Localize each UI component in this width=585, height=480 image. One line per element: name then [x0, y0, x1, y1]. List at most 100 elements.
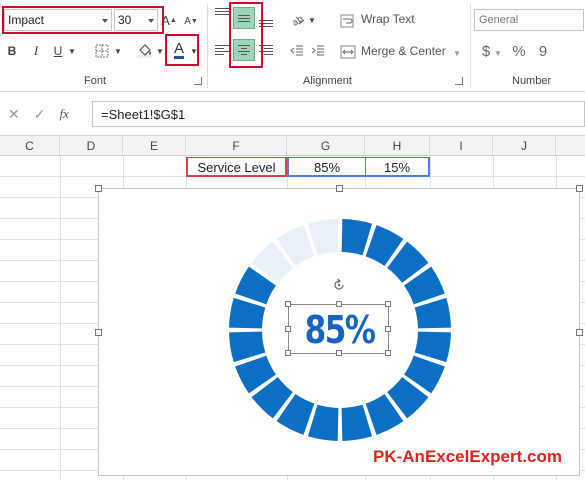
number-format-value: General — [479, 14, 519, 26]
column-header-j[interactable]: J — [493, 136, 556, 156]
enter-check-icon[interactable]: ✓ — [34, 106, 46, 123]
middle-align-button[interactable] — [233, 7, 255, 29]
top-align-button[interactable] — [211, 5, 233, 27]
center-align-button[interactable] — [233, 39, 255, 61]
currency-button[interactable]: $ — [479, 41, 493, 61]
rotate-handle-icon[interactable] — [332, 278, 346, 292]
borders-icon — [95, 44, 109, 58]
empty-segment[interactable] — [307, 219, 339, 256]
font-name-select[interactable]: Impact — [4, 9, 112, 31]
group-separator — [470, 4, 471, 88]
chevron-down-icon: ▼ — [156, 46, 164, 56]
filled-segment[interactable] — [414, 331, 451, 363]
fill-color-dropdown[interactable]: ▼ — [156, 41, 164, 61]
label-handle[interactable] — [385, 326, 391, 332]
alignment-group-label: Alignment — [303, 75, 352, 87]
filled-segment[interactable] — [229, 297, 266, 329]
number-format-select[interactable]: General — [474, 9, 584, 31]
column-header-d[interactable]: D — [60, 136, 123, 156]
data-label-box[interactable]: 85% — [285, 301, 391, 356]
resize-handle[interactable] — [95, 185, 102, 192]
insert-function-icon[interactable]: fx — [59, 106, 68, 122]
chevron-down-icon: ▼ — [453, 48, 461, 58]
increase-indent-icon — [311, 45, 324, 56]
filled-segment[interactable] — [414, 297, 451, 329]
column-header-h[interactable]: H — [365, 136, 430, 156]
column-header-c[interactable]: C — [0, 136, 60, 156]
underline-icon: U — [53, 44, 63, 58]
column-header-g[interactable]: G — [287, 136, 365, 156]
decrease-indent-icon — [290, 45, 303, 56]
currency-icon: $ — [481, 42, 491, 60]
orientation-button[interactable]: ab — [288, 9, 308, 29]
merge-center-dropdown[interactable]: ▼ — [453, 43, 461, 63]
data-label[interactable]: 85% — [298, 305, 381, 355]
merge-center-icon — [340, 45, 356, 59]
bottom-align-button[interactable] — [255, 11, 277, 33]
label-handle[interactable] — [285, 301, 291, 307]
column-header-e[interactable]: E — [123, 136, 186, 156]
chevron-down-icon — [148, 19, 154, 23]
resize-handle[interactable] — [95, 329, 102, 336]
label-handle[interactable] — [385, 301, 391, 307]
underline-dropdown[interactable]: ▼ — [67, 41, 77, 61]
resize-handle[interactable] — [576, 329, 583, 336]
align-left-button[interactable] — [211, 39, 233, 61]
text-orientation-icon: ab — [291, 14, 306, 27]
font-dialog-launcher-icon[interactable] — [194, 77, 202, 85]
merge-center-icon-wrap[interactable] — [340, 42, 356, 62]
label-handle[interactable] — [385, 350, 391, 356]
comma-style-icon: 9 — [538, 42, 548, 60]
chevron-down-icon: ▼ — [68, 46, 76, 56]
cell-h1[interactable]: 15% — [365, 157, 430, 177]
column-headers: C D E F G H I J — [0, 135, 585, 156]
wrap-text-icon-wrap[interactable] — [340, 11, 354, 31]
percent-button[interactable]: % — [511, 41, 527, 61]
italic-button[interactable]: I — [28, 41, 44, 61]
alignment-dialog-launcher-icon[interactable] — [455, 77, 463, 85]
cancel-icon[interactable]: ✕ — [8, 106, 20, 123]
italic-icon: I — [33, 43, 39, 58]
formula-bar-buttons: ✕ ✓ fx — [0, 101, 90, 127]
cell-f1[interactable]: Service Level — [186, 157, 287, 177]
increase-font-size-button[interactable]: A ▲ — [161, 10, 177, 30]
underline-button[interactable]: U — [50, 41, 66, 61]
column-header-f[interactable]: F — [186, 136, 287, 156]
column-header-i[interactable]: I — [430, 136, 493, 156]
currency-dropdown[interactable]: ▼ — [494, 43, 502, 63]
fill-color-button[interactable] — [135, 40, 155, 60]
chevron-down-icon: ▼ — [114, 46, 122, 56]
bold-button[interactable]: B — [4, 41, 20, 61]
filled-segment[interactable] — [229, 331, 266, 363]
wrap-text-button[interactable]: Wrap Text — [361, 12, 415, 26]
label-handle[interactable] — [285, 350, 291, 356]
doughnut-chart[interactable]: 85% PK-AnExcelExpert.com — [95, 185, 583, 476]
align-right-button[interactable] — [255, 39, 277, 61]
font-color-button[interactable]: A — [169, 40, 189, 60]
filled-segment[interactable] — [341, 219, 373, 256]
font-color-dropdown[interactable]: ▼ — [190, 41, 198, 61]
decrease-font-size-button[interactable]: A ▼ — [184, 11, 198, 31]
percent-icon: % — [512, 42, 526, 60]
font-size-value: 30 — [118, 13, 132, 27]
group-separator — [207, 4, 208, 88]
font-size-select[interactable]: 30 — [114, 9, 158, 31]
formula-input[interactable]: =Sheet1!$G$1 — [92, 101, 585, 127]
increase-indent-button[interactable] — [309, 41, 327, 61]
chevron-down-icon — [102, 19, 108, 23]
label-handle[interactable] — [336, 301, 342, 307]
resize-handle[interactable] — [576, 185, 583, 192]
filled-segment[interactable] — [341, 404, 373, 441]
grow-font-icon: A — [161, 12, 170, 28]
borders-dropdown[interactable]: ▼ — [113, 41, 123, 61]
comma-style-button[interactable]: 9 — [536, 41, 550, 61]
merge-center-button[interactable]: Merge & Center — [361, 44, 446, 58]
grid-line — [60, 156, 61, 480]
decrease-indent-button[interactable] — [288, 41, 306, 61]
borders-button[interactable] — [92, 41, 112, 61]
filled-segment[interactable] — [307, 404, 339, 441]
label-handle[interactable] — [285, 326, 291, 332]
orientation-dropdown[interactable]: ▼ — [308, 10, 316, 30]
cell-g1[interactable]: 85% — [287, 157, 365, 177]
label-handle[interactable] — [336, 350, 342, 356]
